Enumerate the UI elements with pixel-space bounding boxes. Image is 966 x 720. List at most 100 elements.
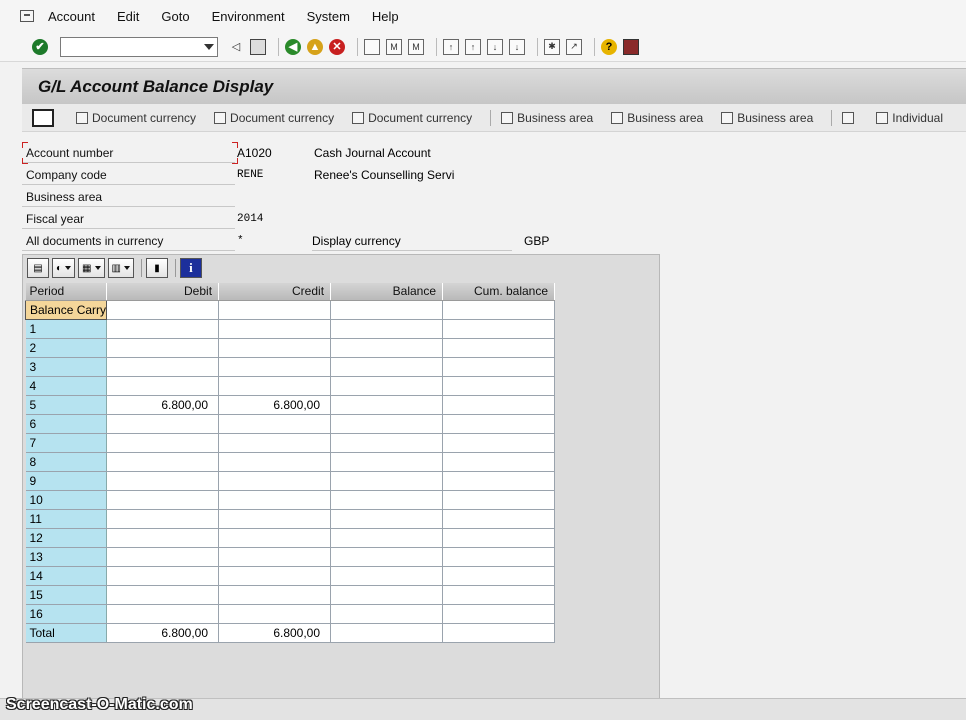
period-cell[interactable]: 10 — [25, 490, 108, 510]
balance-cell[interactable] — [330, 566, 444, 586]
cum-balance-cell[interactable] — [442, 566, 556, 586]
layout-select-icon[interactable]: ▥ — [107, 258, 134, 278]
period-cell[interactable]: 6 — [25, 414, 108, 434]
info-icon[interactable]: i — [179, 258, 202, 278]
cum-balance-cell[interactable] — [442, 319, 556, 339]
document-currency-button-1[interactable]: Document currency — [76, 111, 196, 125]
credit-cell[interactable]: 6.800,00 — [218, 623, 332, 643]
cum-balance-cell[interactable] — [442, 623, 556, 643]
back-icon[interactable]: ◀ — [285, 38, 301, 55]
save-icon[interactable] — [250, 38, 266, 55]
debit-cell[interactable] — [106, 547, 220, 567]
period-cell[interactable]: Total — [25, 623, 108, 643]
debit-cell[interactable] — [106, 509, 220, 529]
column-header-credit[interactable]: Credit — [218, 283, 332, 301]
balance-cell[interactable] — [330, 490, 444, 510]
cancel-icon[interactable]: ✕ — [329, 38, 345, 55]
balance-cell[interactable] — [330, 585, 444, 605]
credit-cell[interactable] — [218, 490, 332, 510]
period-cell[interactable]: 4 — [25, 376, 108, 396]
cum-balance-cell[interactable] — [442, 585, 556, 605]
column-header-balance[interactable]: Balance — [330, 283, 444, 301]
debit-cell[interactable]: 6.800,00 — [106, 623, 220, 643]
credit-cell[interactable] — [218, 509, 332, 529]
credit-cell[interactable] — [218, 471, 332, 491]
next-page-icon[interactable]: ↓ — [487, 38, 503, 55]
balance-cell[interactable] — [330, 414, 444, 434]
credit-cell[interactable] — [218, 414, 332, 434]
cum-balance-cell[interactable] — [442, 433, 556, 453]
debit-cell[interactable] — [106, 414, 220, 434]
select-layout-button[interactable] — [32, 108, 58, 127]
credit-cell[interactable] — [218, 433, 332, 453]
menu-account[interactable]: Account — [48, 9, 95, 24]
chevron-down-icon[interactable] — [204, 43, 214, 50]
command-input[interactable] — [61, 37, 201, 56]
balance-cell[interactable] — [330, 471, 444, 491]
menu-edit[interactable]: Edit — [117, 9, 139, 24]
period-cell[interactable]: 16 — [25, 604, 108, 624]
column-header-cum-balance[interactable]: Cum. balance — [442, 283, 556, 301]
find-next-icon[interactable]: M — [408, 38, 424, 55]
customize-layout-icon[interactable] — [623, 38, 639, 55]
period-cell[interactable]: 1 — [25, 319, 108, 339]
credit-cell[interactable] — [218, 566, 332, 586]
credit-cell[interactable] — [218, 585, 332, 605]
enter-icon[interactable]: ✔ — [32, 38, 48, 55]
menu-environment[interactable]: Environment — [212, 9, 285, 24]
balance-cell[interactable] — [330, 623, 444, 643]
debit-cell[interactable] — [106, 566, 220, 586]
period-cell[interactable]: 12 — [25, 528, 108, 548]
balance-cell[interactable] — [330, 433, 444, 453]
balance-cell[interactable] — [330, 604, 444, 624]
graphic-icon[interactable]: ▮ — [145, 258, 168, 278]
period-cell[interactable]: 14 — [25, 566, 108, 586]
balance-cell[interactable] — [330, 452, 444, 472]
debit-cell[interactable]: 6.800,00 — [106, 395, 220, 415]
debit-cell[interactable] — [106, 471, 220, 491]
menu-help[interactable]: Help — [372, 9, 399, 24]
credit-cell[interactable]: 6.800,00 — [218, 395, 332, 415]
command-field[interactable] — [60, 36, 218, 57]
balance-cell[interactable] — [330, 357, 444, 377]
cum-balance-cell[interactable] — [442, 300, 556, 320]
balance-cell[interactable] — [330, 547, 444, 567]
print-icon[interactable] — [364, 38, 380, 55]
cum-balance-cell[interactable] — [442, 490, 556, 510]
period-cell[interactable]: 11 — [25, 509, 108, 529]
period-cell[interactable]: 9 — [25, 471, 108, 491]
period-cell[interactable]: 13 — [25, 547, 108, 567]
debit-cell[interactable] — [106, 357, 220, 377]
period-cell[interactable]: Balance Carry — [24, 299, 108, 320]
credit-cell[interactable] — [218, 300, 332, 320]
debit-cell[interactable] — [106, 433, 220, 453]
cum-balance-cell[interactable] — [442, 452, 556, 472]
document-currency-button-3[interactable]: Document currency — [352, 111, 472, 125]
credit-cell[interactable] — [218, 528, 332, 548]
menu-system[interactable]: System — [307, 9, 350, 24]
shortcut-icon[interactable]: ↗ — [566, 38, 582, 55]
debit-cell[interactable] — [106, 452, 220, 472]
balance-cell[interactable] — [330, 376, 444, 396]
balance-cell[interactable] — [330, 338, 444, 358]
exit-icon[interactable]: ▲ — [307, 38, 323, 55]
document-currency-button-2[interactable]: Document currency — [214, 111, 334, 125]
cum-balance-cell[interactable] — [442, 338, 556, 358]
collapse-icon[interactable]: ◁ — [228, 39, 244, 55]
debit-cell[interactable] — [106, 376, 220, 396]
last-page-icon[interactable]: ↓ — [509, 38, 525, 55]
previous-page-icon[interactable]: ↑ — [465, 38, 481, 55]
credit-cell[interactable] — [218, 338, 332, 358]
credit-cell[interactable] — [218, 547, 332, 567]
export-icon[interactable]: ▦ — [78, 258, 105, 278]
hierarchy-button[interactable] — [842, 111, 858, 124]
cum-balance-cell[interactable] — [442, 414, 556, 434]
help-icon[interactable]: ? — [601, 38, 617, 55]
debit-cell[interactable] — [106, 338, 220, 358]
find-icon[interactable]: M — [386, 38, 402, 55]
cum-balance-cell[interactable] — [442, 376, 556, 396]
cum-balance-cell[interactable] — [442, 357, 556, 377]
debit-cell[interactable] — [106, 585, 220, 605]
period-cell[interactable]: 8 — [25, 452, 108, 472]
balance-cell[interactable] — [330, 528, 444, 548]
